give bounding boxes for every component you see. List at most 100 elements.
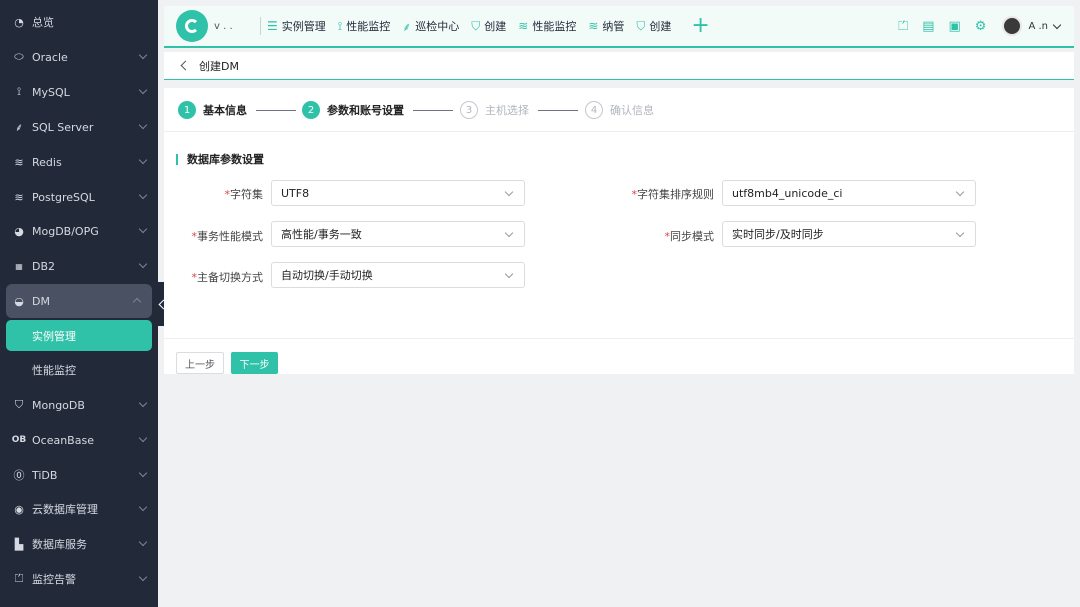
nav-inspection-center[interactable]: ⸙ 巡检中心 [402,18,459,35]
previous-step-button[interactable]: 上一步 [176,352,224,374]
sidebar-item-label: OceanBase [32,433,94,447]
mogdb-icon: ◕ [14,224,24,238]
field-label: 同步模式 [670,230,714,243]
chevron-down-icon [955,187,965,197]
sqlserver-icon: ⸙ [14,120,24,134]
chevron-down-icon [955,228,965,238]
tidb-icon: ⓪ [13,469,25,482]
chevron-down-icon [138,50,148,60]
back-icon[interactable] [180,60,191,71]
step-connector [256,110,296,111]
select-value: 实时同步/及时同步 [732,228,824,241]
sidebar-item-tidb[interactable]: ⓪ TiDB [0,458,158,492]
sidebar-item-label: MogDB/OPG [32,224,99,238]
field-label: 字符集排序规则 [637,188,714,201]
dashboard-icon: ◔ [14,15,24,29]
dolphin-icon: ⟟ [16,85,22,98]
monitor-icon[interactable]: ▣ [949,19,961,34]
switch-mode-select[interactable]: 自动切换/手动切换 [271,262,525,288]
sidebar-item-redis[interactable]: ≋ Redis [0,145,158,179]
next-step-button[interactable]: 下一步 [231,352,278,374]
sidebar-item-mogdb[interactable]: ◕ MogDB/OPG [0,214,158,248]
field-label: 事务性能模式 [197,230,263,243]
nav-instance-management[interactable]: ☰ 实例管理 [267,18,326,34]
charset-select[interactable]: UTF8 [271,180,525,206]
layers-icon: ≋ [588,19,599,33]
dm-icon: ◒ [14,294,24,308]
toolbar-right: ⏍ ▤ ▣ ⚙ A .n [884,6,1062,46]
nav-label: 实例管理 [281,20,326,33]
collation-select[interactable]: utf8mb4_unicode_ci [722,180,976,206]
sidebar-item-db2[interactable]: ▦ DB2 [0,249,158,283]
step-label: 基本信息 [203,104,247,117]
nav-create-redis[interactable]: ⛉ 创建 [471,18,506,34]
add-shortcut-icon[interactable]: + [691,15,709,37]
gear-icon[interactable]: ⚙ [975,19,987,34]
sidebar-item-oracle[interactable]: ⬭ Oracle [0,40,158,74]
alarm-icon: ⏍ [14,572,24,585]
txn-mode-select[interactable]: 高性能/事务一致 [271,221,525,247]
nav-label: 创建 [484,20,507,33]
layers-icon: ≋ [14,155,24,169]
db2-icon: ▦ [15,261,23,271]
charset-label: *字符集 [173,186,264,202]
step-connector [538,110,578,111]
sync-mode-select[interactable]: 实时同步/及时同步 [722,221,976,247]
sidebar-item-mongodb[interactable]: ⛉ MongoDB [0,388,158,422]
sidebar-subitem-instance-management[interactable]: 实例管理 [6,320,152,351]
nav-label: 性能监控 [532,20,577,33]
step-label: 参数和账号设置 [327,104,404,117]
sidebar-item-label: DB2 [32,259,56,273]
layers-icon: ≋ [14,190,24,204]
step-confirm: 4 确认信息 [585,101,654,119]
layers-icon: ≋ [518,19,529,33]
section-title: 数据库参数设置 [176,154,264,165]
dolphin-icon: ⟟ [337,18,343,33]
user-name[interactable]: A .n [1028,21,1048,32]
breadcrumb: 创建DM [164,52,1074,80]
chevron-down-icon[interactable] [1052,20,1062,29]
field-label: 字符集 [230,188,263,201]
sidebar-item-overview[interactable]: ◔ 总览 [0,5,158,39]
step-number: 2 [302,101,320,119]
sidebar-item-label: DM [32,294,50,308]
sidebar-item-mysql[interactable]: ⟟ MySQL [0,75,158,109]
nav-create-mongodb[interactable]: ⛉ 创建 [636,18,671,34]
nav-performance-monitor-2[interactable]: ≋ 性能监控 [518,18,576,34]
create-dm-form-card: 1 基本信息 2 参数和账号设置 3 主机选择 4 确认信息 数据库参数设置 *… [164,88,1074,374]
nav-label: 纳管 [602,20,625,33]
sidebar-item-label: 数据库服务 [32,538,87,551]
step-number: 3 [460,101,478,119]
sidebar-item-db-service[interactable]: ▙ 数据库服务 [0,527,158,561]
sidebar-item-cloud-db[interactable]: ◉ 云数据库管理 [0,492,158,526]
sidebar-item-oceanbase[interactable]: OB OceanBase [0,423,158,457]
sidebar-subitem-performance-monitor[interactable]: 性能监控 [6,354,152,385]
sidebar-subitem-label: 实例管理 [32,329,76,343]
sidebar-item-alarm[interactable]: ⏍ 监控告警 [0,562,158,596]
avatar[interactable] [1002,16,1023,36]
step-number: 1 [178,101,196,119]
clipboard-icon[interactable]: ▤ [922,19,934,34]
sidebar-item-label: TiDB [32,468,58,482]
sidebar: ◔ 总览 ⬭ Oracle ⟟ MySQL ⸙ SQL Server ≋ Red… [0,0,158,607]
select-value: utf8mb4_unicode_ci [732,186,843,200]
sidebar-item-sqlserver[interactable]: ⸙ SQL Server [0,110,158,144]
sync-mode-label: *同步模式 [624,228,715,244]
switch-mode-label: *主备切换方式 [173,269,264,285]
nav-performance-monitor[interactable]: ⟟ 性能监控 [338,18,390,34]
app-logo[interactable] [176,10,208,42]
sidebar-item-label: 监控告警 [32,573,76,586]
sidebar-item-dm[interactable]: ◒ DM [6,284,152,318]
divider [260,17,261,35]
chevron-down-icon [138,502,148,512]
chevron-up-icon [132,297,142,307]
bar-icon: ▙ [14,537,24,551]
nav-label: 性能监控 [346,20,391,33]
chevron-down-icon [138,85,148,95]
sidebar-item-label: SQL Server [32,120,94,134]
oracle-icon: ⬭ [14,50,24,63]
nav-onboard[interactable]: ≋ 纳管 [588,18,624,34]
sidebar-item-postgresql[interactable]: ≋ PostgreSQL [0,180,158,214]
alarm-icon[interactable]: ⏍ [898,19,908,34]
divider [164,338,1074,339]
